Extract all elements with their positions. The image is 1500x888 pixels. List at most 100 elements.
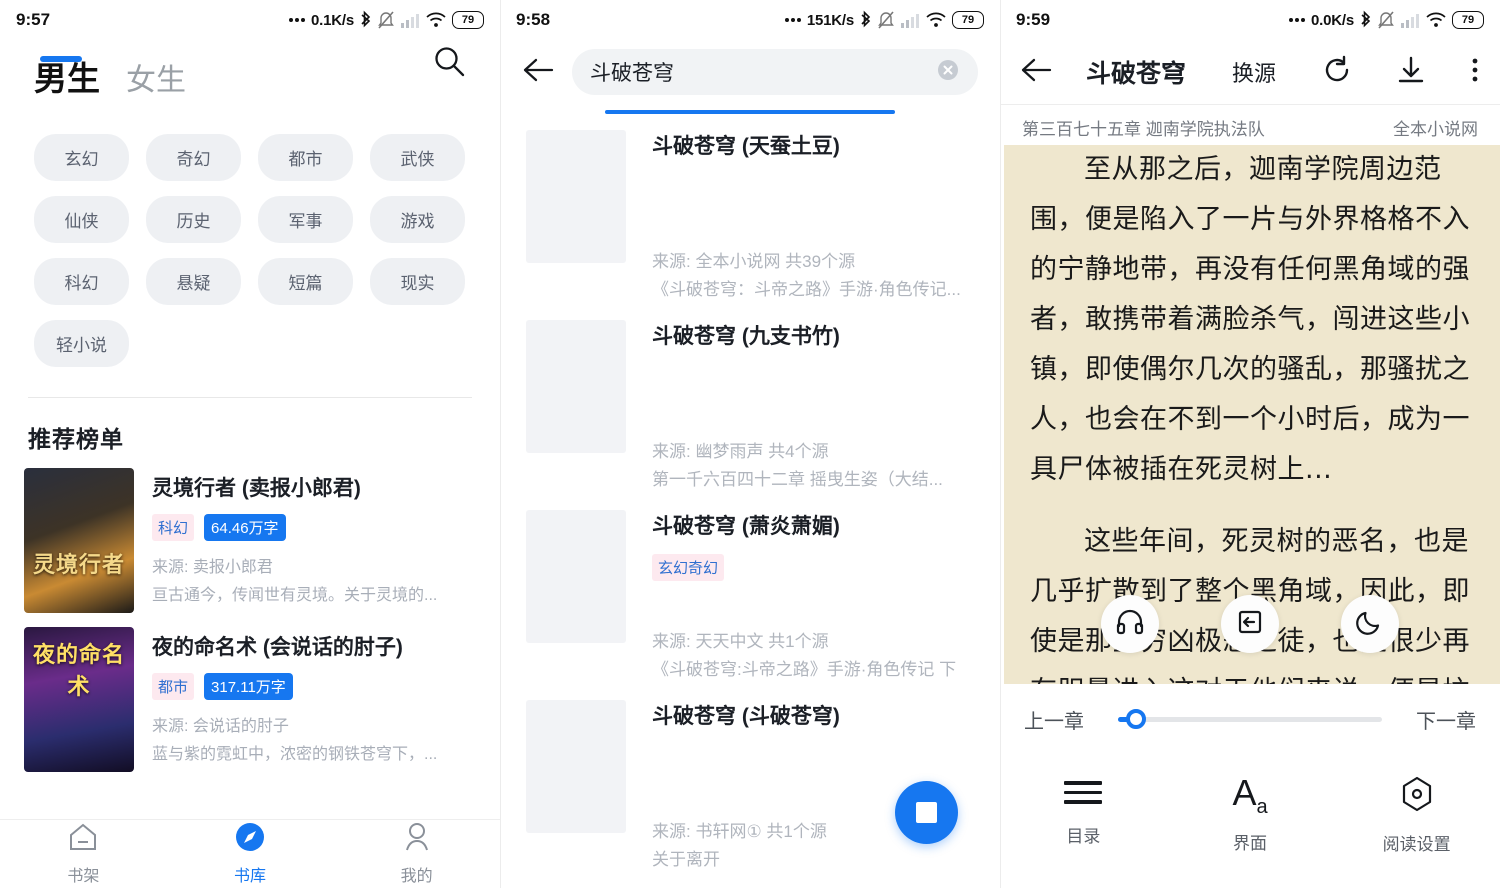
reader-toolbar: 目录 Aa 界面 阅读设置 <box>1000 774 1500 855</box>
listen-button[interactable] <box>1101 595 1159 653</box>
toc-label: 目录 <box>1066 826 1101 846</box>
chip-4[interactable]: 仙侠 <box>34 196 129 243</box>
toc-button[interactable]: 目录 <box>1000 775 1167 855</box>
search-top-bar: 斗破苍穹 <box>500 40 1000 104</box>
result-source: 来源: 天天中文 共1个源 <box>652 631 829 651</box>
result-tag: 玄幻奇幻 <box>652 554 725 581</box>
interface-button[interactable]: Aa 界面 <box>1167 774 1334 855</box>
back-arrow-icon[interactable] <box>522 56 554 89</box>
bluetooth-icon <box>1359 10 1372 30</box>
chip-12[interactable]: 轻小说 <box>34 320 129 367</box>
chip-8[interactable]: 科幻 <box>34 258 129 305</box>
net-dots-icon <box>1289 18 1305 22</box>
chip-3[interactable]: 武侠 <box>370 134 465 181</box>
status-indicators: 0.0K/s 79 <box>1289 10 1484 30</box>
list-item[interactable]: 斗破苍穹 (九支书竹) 来源: 幽梦雨声 共4个源 第一千六百四十二章 摇曳生姿… <box>500 304 1000 494</box>
chip-2[interactable]: 都市 <box>258 134 353 181</box>
tab-female[interactable]: 女生 <box>126 55 186 99</box>
chip-9[interactable]: 悬疑 <box>146 258 241 305</box>
signal-icon <box>900 11 920 29</box>
book-cover-title: 夜的命名术 <box>32 643 125 700</box>
status-bar-reader: 9:59 0.0K/s 79 <box>1000 0 1500 40</box>
result-latest: 关于离开 <box>652 849 720 869</box>
night-mode-button[interactable] <box>1341 595 1399 653</box>
result-title: 斗破苍穹 (斗破苍穹) <box>652 705 840 728</box>
auto-page-icon <box>1235 607 1265 642</box>
reader-panel: 9:59 0.0K/s 79 斗破苍穹 换源 第三百七十五章 迦南学院执法队 全… <box>1000 0 1500 888</box>
back-arrow-icon[interactable] <box>1020 56 1052 89</box>
net-speed: 151K/s <box>806 11 854 29</box>
book-cover-title: 灵境行者 <box>32 553 125 578</box>
tab-library[interactable]: 书库 <box>167 822 334 886</box>
battery-indicator: 79 <box>1452 11 1484 29</box>
list-item[interactable]: 斗破苍穹 (斗破苍穹) 来源: 书轩网① 共1个源 关于离开 <box>500 684 1000 874</box>
result-title: 斗破苍穹 (萧炎萧媚) <box>652 515 840 538</box>
compass-icon <box>234 822 266 857</box>
list-item[interactable]: 灵境行者 灵境行者 (卖报小郎君) 科幻 64.46万字 来源: 卖报小郎君 亘… <box>0 454 500 613</box>
book-source: 来源: 卖报小郎君 <box>152 559 273 576</box>
chip-0[interactable]: 玄幻 <box>34 134 129 181</box>
gender-tabs: 男生 女生 <box>0 40 500 100</box>
book-info: 灵境行者 (卖报小郎君) 科幻 64.46万字 来源: 卖报小郎君 亘古通今，传… <box>152 468 480 613</box>
reading-settings-button[interactable]: 阅读设置 <box>1333 775 1500 855</box>
stop-search-button[interactable] <box>895 781 958 844</box>
chip-1[interactable]: 奇幻 <box>146 134 241 181</box>
library-panel: 9:57 0.1K/s 79 男生 女生 玄幻 奇幻 都市 武侠 仙侠 历史 军… <box>0 0 500 888</box>
next-chapter-button[interactable]: 下一章 <box>1416 705 1476 734</box>
search-panel: 9:58 151K/s 79 斗破苍穹 斗破苍穹 (天蚕土豆) 来源: 全本小说… <box>500 0 1000 888</box>
net-dots-icon <box>784 18 801 22</box>
chapter-title: 第三百七十五章 迦南学院执法队 <box>1022 120 1265 139</box>
status-time: 9:57 <box>16 10 51 29</box>
list-item[interactable] <box>500 874 1000 888</box>
panel-divider-1 <box>500 0 501 888</box>
change-source-button[interactable]: 换源 <box>1232 56 1276 88</box>
source-name: 全本小说网 <box>1393 120 1478 139</box>
reader-actions <box>1322 55 1480 90</box>
chip-11[interactable]: 现实 <box>370 258 465 305</box>
result-info: 斗破苍穹 (天蚕土豆) 来源: 全本小说网 共39个源 《斗破苍穹：斗帝之路》手… <box>652 130 978 304</box>
auto-page-button[interactable] <box>1221 595 1279 653</box>
three-panel-screenshot: 9:57 0.1K/s 79 男生 女生 玄幻 奇幻 都市 武侠 仙侠 历史 军… <box>0 0 1500 888</box>
book-cover-placeholder <box>526 320 626 453</box>
tab-profile[interactable]: 我的 <box>333 822 500 886</box>
battery-indicator: 79 <box>952 11 984 29</box>
net-dots-icon <box>289 18 305 22</box>
chip-7[interactable]: 游戏 <box>370 196 465 243</box>
bottom-tab-bar: 书架 书库 我的 <box>0 819 500 888</box>
wifi-icon <box>1425 11 1447 29</box>
list-item[interactable]: 夜的命名术 夜的命名术 (会说话的肘子) 都市 317.11万字 来源: 会说话… <box>0 613 500 772</box>
book-intro: 亘古通今，传闻世有灵境。关于灵境的... <box>152 587 438 604</box>
download-icon[interactable] <box>1396 55 1426 90</box>
book-cover-placeholder <box>526 700 626 833</box>
list-item[interactable]: 斗破苍穹 (萧炎萧媚) 玄幻奇幻 来源: 天天中文 共1个源 《斗破苍穹:斗帝之… <box>500 494 1000 684</box>
tab-bookshelf[interactable]: 书架 <box>0 822 167 886</box>
list-item[interactable]: 斗破苍穹 (天蚕土豆) 来源: 全本小说网 共39个源 《斗破苍穹：斗帝之路》手… <box>500 114 1000 304</box>
tab-bookshelf-label: 书架 <box>67 868 100 885</box>
search-input[interactable]: 斗破苍穹 <box>572 49 978 95</box>
more-vertical-icon[interactable] <box>1470 55 1480 90</box>
result-latest: 《斗破苍穹：斗帝之路》手游·角色传记... <box>652 279 961 299</box>
signal-icon <box>400 11 420 29</box>
tab-library-label: 书库 <box>234 868 267 885</box>
chapter-progress-slider[interactable] <box>1118 709 1382 729</box>
chip-5[interactable]: 历史 <box>146 196 241 243</box>
search-icon[interactable] <box>432 44 466 83</box>
prev-chapter-button[interactable]: 上一章 <box>1024 705 1084 734</box>
status-indicators: 151K/s 79 <box>784 10 984 30</box>
person-icon <box>401 822 433 857</box>
result-title: 斗破苍穹 (天蚕土豆) <box>652 135 840 158</box>
tab-underline-indicator <box>40 56 82 62</box>
clear-circle-icon[interactable] <box>936 58 960 87</box>
battery-indicator: 79 <box>452 11 484 29</box>
bluetooth-icon <box>359 10 372 30</box>
mute-bell-icon <box>1377 10 1395 30</box>
reader-top-bar: 斗破苍穹 换源 <box>1000 40 1500 104</box>
category-chip-list: 玄幻 奇幻 都市 武侠 仙侠 历史 军事 游戏 科幻 悬疑 短篇 现实 轻小说 <box>0 100 500 367</box>
refresh-icon[interactable] <box>1322 55 1352 90</box>
book-cover-placeholder <box>526 510 626 643</box>
chip-10[interactable]: 短篇 <box>258 258 353 305</box>
settings-icon <box>1398 775 1436 818</box>
slider-knob[interactable] <box>1126 709 1146 729</box>
chip-6[interactable]: 军事 <box>258 196 353 243</box>
home-icon <box>67 822 99 857</box>
